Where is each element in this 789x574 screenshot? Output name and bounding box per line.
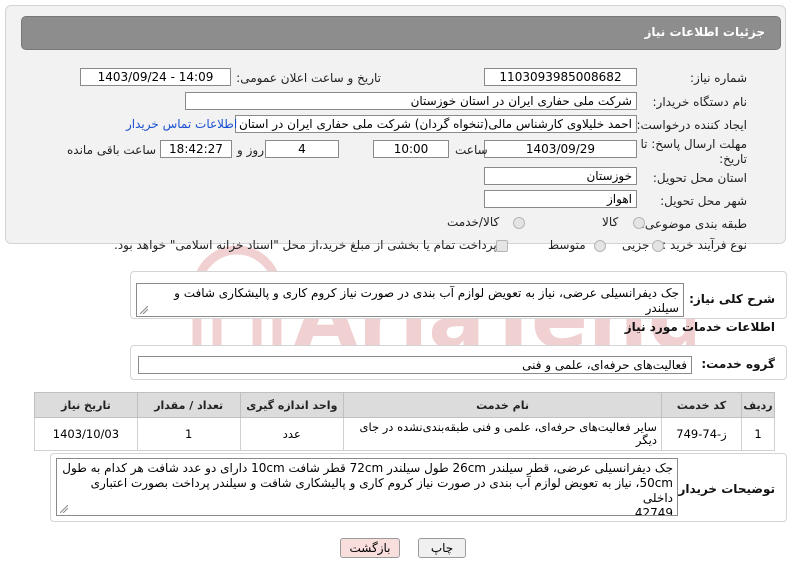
- requester-field: احمد خلیلاوی کارشناس مالی(تنخواه گردان) …: [235, 115, 637, 133]
- category-label: طبقه بندی موضوعی:: [640, 217, 747, 231]
- service-group-field: فعالیت‌های حرفه‌ای، علمی و فنی: [138, 356, 692, 374]
- buyer-org-label: نام دستگاه خریدار:: [652, 95, 748, 109]
- deadline-label-1: مهلت ارسال پاسخ: تا: [640, 137, 747, 151]
- buyer-notes-line-3: 42749: [634, 506, 673, 516]
- purchase-radio-medium[interactable]: [594, 240, 606, 252]
- cell-need-date: 1403/10/03: [34, 417, 138, 451]
- buyer-org-field: شرکت ملی حفاری ایران در استان خوزستان: [185, 92, 637, 110]
- purchase-type-label: نوع فرآیند خرید :: [662, 238, 747, 252]
- deadline-time-field: 10:00: [373, 140, 449, 158]
- panel-title: جزئیات اطلاعات نیاز: [644, 25, 765, 39]
- buyer-notes-line-1: جک دیفرانسیلی عرضی، قطر سیلندر 26cm طول …: [62, 461, 673, 475]
- category-option-goods: کالا: [602, 215, 619, 229]
- remaining-days-field: 4: [265, 140, 339, 158]
- resize-handle-icon: [60, 505, 68, 513]
- deadline-time-label: ساعت: [455, 143, 488, 157]
- province-field: خوزستان: [484, 167, 637, 185]
- category-radio-goods-service[interactable]: [513, 217, 525, 229]
- purchase-option-minor: جزیی: [622, 238, 650, 252]
- col-quantity: تعداد / مقدار: [136, 392, 241, 418]
- payment-note: پرداخت تمام یا بخشی از مبلغ خرید،از محل …: [114, 238, 497, 252]
- remaining-time-label: ساعت باقی مانده: [67, 143, 157, 157]
- remaining-time-field: 18:42:27: [160, 140, 232, 158]
- col-unit: واحد اندازه گیری: [239, 392, 345, 418]
- buyer-notes-label: توضیحات خریدار:: [673, 482, 775, 496]
- table-header-row: ردیف کد خدمت نام خدمت واحد اندازه گیری ت…: [34, 392, 775, 418]
- deadline-date-field: 1403/09/29: [484, 140, 637, 158]
- services-table: ردیف کد خدمت نام خدمت واحد اندازه گیری ت…: [34, 392, 775, 451]
- back-button[interactable]: بازگشت: [340, 538, 400, 558]
- col-need-date: تاریخ نیاز: [34, 392, 138, 418]
- buyer-contact-link[interactable]: اطلاعات تماس خریدار: [126, 117, 237, 131]
- col-service-code: کد خدمت: [660, 392, 743, 418]
- treasury-payment-checkbox[interactable]: [496, 240, 508, 252]
- print-button[interactable]: چاپ: [418, 538, 466, 558]
- category-option-goods-service: کالا/خدمت: [447, 215, 500, 229]
- resize-handle-icon: [140, 306, 148, 314]
- table-row: 1 ز-74-749 سایر فعالیت‌های حرفه‌ای، علمی…: [34, 417, 775, 451]
- buyer-notes-textarea: جک دیفرانسیلی عرضی، قطر سیلندر 26cm طول …: [56, 458, 678, 516]
- cell-unit: عدد: [239, 417, 345, 451]
- deadline-label-2: تاریخ:: [719, 152, 747, 166]
- purchase-option-medium: متوسط: [548, 238, 586, 252]
- category-radio-goods[interactable]: [633, 217, 645, 229]
- city-label: شهر محل تحویل:: [660, 194, 747, 208]
- days-label: روز و: [237, 143, 264, 157]
- purchase-radio-minor[interactable]: [652, 240, 664, 252]
- requester-label: ایجاد کننده درخواست:: [636, 118, 747, 132]
- city-field: اهواز: [484, 190, 637, 208]
- province-label: استان محل تحویل:: [652, 171, 747, 185]
- cell-row: 1: [741, 417, 775, 451]
- cell-quantity: 1: [136, 417, 241, 451]
- need-number-label: شماره نیاز:: [690, 71, 747, 85]
- need-number-field: 1103093985008682: [484, 68, 637, 86]
- service-group-label: گروه خدمت:: [701, 357, 775, 371]
- buyer-notes-line-2: 50cm، نیاز به تعویض لوازم آب بندی در صور…: [90, 476, 673, 505]
- col-row: ردیف: [741, 392, 775, 418]
- announce-date-label: تاریخ و ساعت اعلان عمومی:: [236, 71, 381, 85]
- services-heading: اطلاعات خدمات مورد نیاز: [624, 320, 775, 334]
- col-service-name: نام خدمت: [343, 392, 662, 418]
- cell-service-name: سایر فعالیت‌های حرفه‌ای، علمی و فنی طبقه…: [343, 417, 662, 451]
- panel-header: جزئیات اطلاعات نیاز: [21, 16, 781, 50]
- summary-text: جک دیفرانسیلی عرضی، نیاز به تعویض لوازم …: [174, 286, 679, 315]
- summary-textarea: جک دیفرانسیلی عرضی، نیاز به تعویض لوازم …: [136, 283, 684, 317]
- cell-service-code: ز-74-749: [660, 417, 743, 451]
- summary-label: شرح کلی نیاز:: [689, 292, 775, 306]
- announce-date-field: 1403/09/24 - 14:09: [80, 68, 231, 86]
